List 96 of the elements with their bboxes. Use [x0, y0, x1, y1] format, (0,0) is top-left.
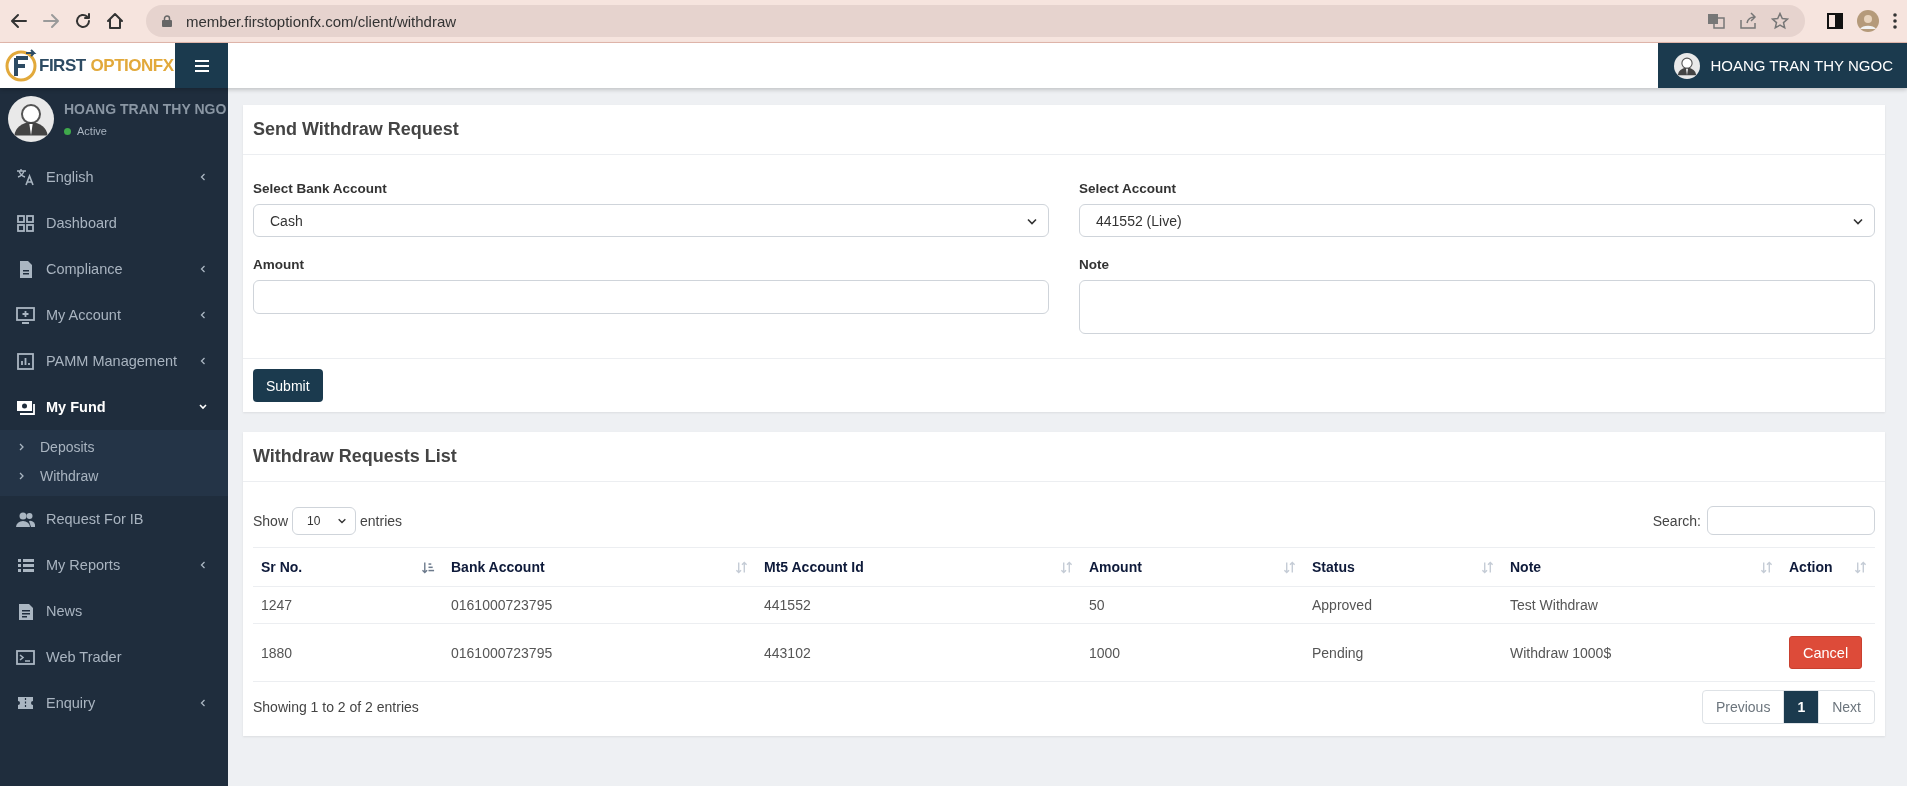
chevron-left-icon	[198, 356, 208, 366]
menu-icon	[194, 59, 209, 72]
profile-avatar-icon[interactable]	[1857, 10, 1879, 32]
dropdown-caret-icon	[337, 516, 348, 525]
monitor-icon	[16, 305, 35, 325]
grid-icon	[16, 213, 35, 233]
column-header[interactable]: Mt5 Account Id	[756, 547, 1081, 587]
sort-icon	[1854, 561, 1867, 574]
submit-button[interactable]: Submit	[253, 369, 323, 402]
table-cell: 441552	[756, 586, 1081, 624]
column-header[interactable]: Sr No.	[253, 547, 443, 587]
search-label: Search:	[1652, 512, 1701, 529]
field-label: Note	[1079, 257, 1110, 272]
select-field[interactable]: 441552 (Live)	[1079, 204, 1875, 237]
side-panel-icon[interactable]	[1827, 13, 1843, 29]
chevron-right-icon	[18, 441, 26, 452]
pagination-button[interactable]: Previous	[1702, 691, 1784, 723]
column-header[interactable]: Bank Account	[443, 547, 756, 587]
sort-icon	[735, 561, 748, 574]
sidebar-item[interactable]: English	[0, 154, 228, 200]
address-bar[interactable]: member.firstoptionfx.com/client/withdraw	[146, 5, 1805, 37]
table-cell: 0161000723795	[443, 623, 756, 682]
column-header[interactable]: Status	[1304, 547, 1502, 587]
pagination-button[interactable]: 1	[1783, 691, 1819, 723]
sidebar-item[interactable]: My Account	[0, 292, 228, 338]
star-icon[interactable]	[1771, 12, 1789, 30]
table-cell: Approved	[1304, 586, 1502, 624]
sidebar-item[interactable]: Web Trader	[0, 634, 228, 680]
search-field[interactable]	[1707, 506, 1875, 535]
field-label: Select Account	[1079, 181, 1178, 196]
card-title: Withdraw Requests List	[243, 432, 1885, 482]
status-label: Active	[64, 125, 227, 137]
field-label: Select Bank Account	[253, 181, 388, 196]
table-cell: 443102	[756, 623, 1081, 682]
back-icon[interactable]	[10, 12, 28, 30]
sidebar-item[interactable]: Enquiry	[0, 680, 228, 726]
user-name: HOANG TRAN THY NGO	[64, 101, 227, 117]
select-field[interactable]: Cash	[253, 204, 1049, 237]
sort-icon	[1060, 561, 1073, 574]
pagination-button[interactable]: Next	[1818, 691, 1874, 723]
sidebar-item[interactable]: PAMM Management	[0, 338, 228, 384]
cancel-button[interactable]: Cancel	[1789, 636, 1863, 669]
reload-icon[interactable]	[74, 12, 92, 30]
chevron-left-icon	[198, 560, 208, 570]
card-title: Send Withdraw Request	[243, 105, 1885, 155]
sort-icon	[1283, 561, 1296, 574]
field-label: Amount	[253, 257, 305, 272]
avatar-icon	[1674, 52, 1701, 79]
chevron-left-icon	[198, 310, 208, 320]
lock-icon	[162, 15, 172, 27]
table-cell: 1247	[253, 586, 443, 624]
share-icon[interactable]	[1739, 12, 1757, 30]
terminal-icon	[16, 647, 35, 667]
chevron-left-icon	[198, 698, 208, 708]
table-cell: Withdraw 1000$	[1502, 623, 1781, 682]
more-menu-icon[interactable]	[1893, 13, 1897, 29]
chart-icon	[16, 351, 35, 371]
logo-mark-icon	[4, 48, 38, 83]
chevron-left-icon	[198, 172, 208, 182]
menu-button[interactable]	[175, 43, 228, 88]
submenu-item[interactable]: Deposits	[0, 432, 228, 461]
table-cell: Test Withdraw	[1502, 586, 1781, 624]
column-header[interactable]: Amount	[1081, 547, 1304, 587]
column-header[interactable]: Action	[1781, 547, 1875, 587]
chevron-right-icon	[18, 470, 26, 481]
sidebar-item[interactable]: My Fund	[0, 384, 228, 430]
sidebar-item[interactable]: Compliance	[0, 246, 228, 292]
table-cell: Pending	[1304, 623, 1502, 682]
sidebar-item[interactable]: My Reports	[0, 542, 228, 588]
forward-icon[interactable]	[42, 12, 60, 30]
sidebar-item[interactable]: News	[0, 588, 228, 634]
avatar-icon	[8, 96, 54, 142]
status-dot-icon	[64, 127, 71, 135]
entries-label: entries	[360, 512, 403, 529]
note-field[interactable]	[1079, 280, 1875, 334]
table-cell: 1000	[1081, 623, 1304, 682]
sort-icon	[1760, 561, 1773, 574]
sort-icon	[1481, 561, 1494, 574]
table-cell: 50	[1081, 586, 1304, 624]
sidebar-item[interactable]: Request For IB	[0, 496, 228, 542]
chevron-down-icon	[198, 402, 208, 412]
column-header[interactable]: Note	[1502, 547, 1781, 587]
sidebar-item[interactable]: Dashboard	[0, 200, 228, 246]
submenu-item[interactable]: Withdraw	[0, 461, 228, 490]
chevron-left-icon	[198, 264, 208, 274]
table-cell: 1880	[253, 623, 443, 682]
newspaper-icon	[16, 601, 35, 621]
home-icon[interactable]	[106, 12, 124, 30]
input-field[interactable]	[253, 280, 1049, 314]
sort-ascending-icon	[422, 561, 435, 574]
page-length-select[interactable]: 10	[292, 506, 357, 535]
brand-logo[interactable]: FIRST OPTIONFX	[4, 48, 174, 83]
user-menu[interactable]: HOANG TRAN THY NGOC	[1658, 43, 1907, 88]
show-label: Show	[253, 512, 289, 529]
table-cell: 0161000723795	[443, 586, 756, 624]
entries-info: Showing 1 to 2 of 2 entries	[253, 699, 419, 715]
